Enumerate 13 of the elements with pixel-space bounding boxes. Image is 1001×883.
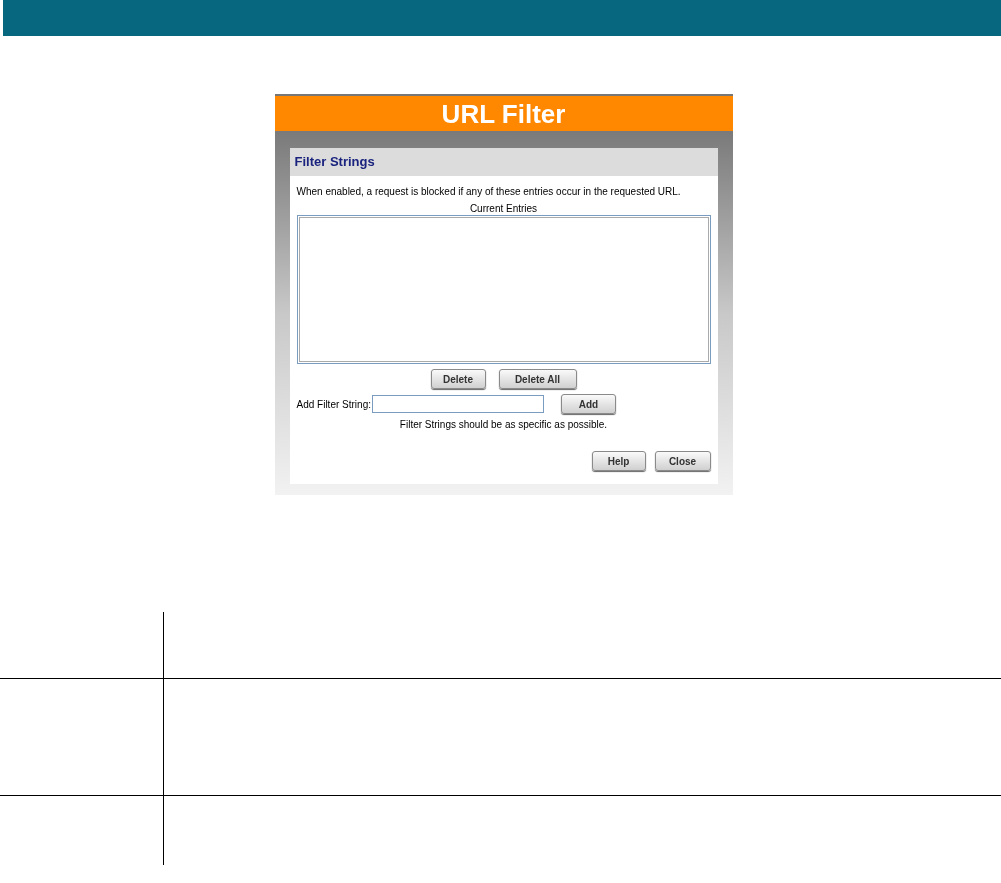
list-label: Current Entries [468, 202, 539, 215]
dialog-button[interactable]: Close [654, 451, 711, 471]
field-label: Add Filter String: [296, 397, 371, 412]
dialog-title: URL Filter [274, 94, 733, 131]
dialog-button[interactable]: Add [561, 394, 616, 414]
filter-string-field[interactable] [372, 395, 544, 413]
dialog-button[interactable]: Delete [430, 369, 486, 389]
entries-list[interactable] [296, 215, 711, 364]
description-text: When enabled, a request is blocked if any of these entries occur in the requested URL. [296, 185, 682, 199]
dialog-button[interactable]: Delete All [498, 369, 577, 389]
section-title: Filter Strings [289, 148, 718, 176]
hint-text: Filter Strings should be as specific as possible. [398, 418, 609, 431]
dialog-button[interactable]: Help [591, 451, 646, 471]
